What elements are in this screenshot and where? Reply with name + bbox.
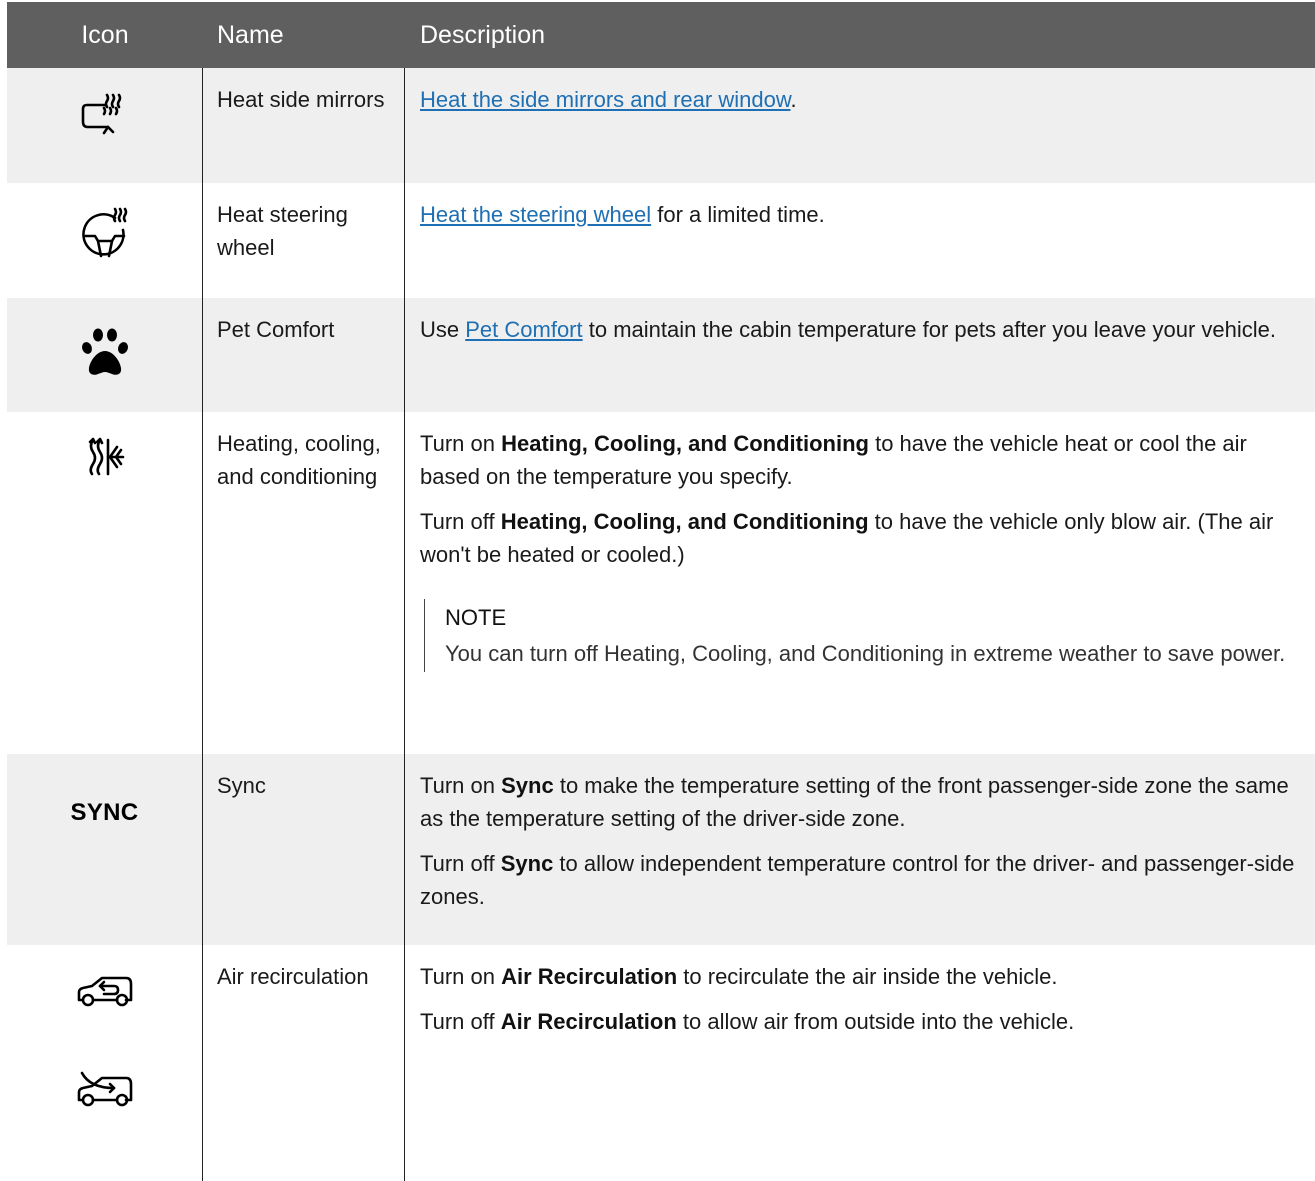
row-text-after: for a limited time. (651, 202, 825, 227)
heat-steering-wheel-link[interactable]: Heat the steering wheel (420, 202, 651, 227)
paw-icon (81, 328, 128, 375)
note-body: You can turn off Heating, Cooling, and C… (445, 641, 1286, 666)
row-text-after: . (790, 87, 797, 112)
table-row: Air recirculation Turn on Air Recirculat… (7, 945, 1315, 1181)
row-text-before: Use (420, 317, 466, 342)
heat-cool-off-text: Turn off Heating, Cooling, and Condition… (420, 509, 1274, 567)
heated-mirror-icon (81, 93, 121, 135)
note-callout: NOTE You can turn off Heating, Cooling, … (424, 599, 1305, 672)
row-name: Heat side mirrors (203, 68, 405, 183)
note-title: NOTE (445, 605, 507, 630)
heated-steering-wheel-icon (81, 207, 127, 258)
heat-cool-icon (88, 437, 124, 476)
sync-off-text: Turn off Sync to allow independent tempe… (420, 851, 1295, 909)
table-row: Heat steering wheel Heat the steering wh… (7, 183, 1315, 298)
pet-comfort-link[interactable]: Pet Comfort (465, 317, 582, 342)
table-row: Heating, cooling, and conditioning Turn … (7, 412, 1315, 754)
row-name: Pet Comfort (203, 298, 405, 412)
air-recirculation-icon (77, 976, 132, 1007)
row-name: Air recirculation (203, 945, 405, 1181)
row-name: Sync (203, 754, 405, 945)
table-row: Heat side mirrors Heat the side mirrors … (7, 68, 1315, 183)
table-header: Icon Name Description (7, 2, 1315, 68)
sync-icon: SYNC (70, 799, 139, 826)
outside-air-icon (77, 1071, 132, 1107)
header-description: Description (420, 20, 546, 49)
sync-on-text: Turn on Sync to make the temperature set… (420, 773, 1289, 831)
header-icon: Icon (81, 20, 129, 49)
table-row: SYNC Sync Turn on Sync to make the tempe… (7, 754, 1315, 945)
header-name: Name (217, 20, 284, 49)
recirc-off-text: Turn off Air Recirculation to allow air … (420, 1009, 1075, 1034)
table-row: Pet Comfort Use Pet Comfort to maintain … (7, 298, 1315, 412)
row-name: Heating, cooling, and conditioning (203, 412, 405, 754)
heat-cool-on-text: Turn on Heating, Cooling, and Conditioni… (420, 431, 1247, 489)
row-text-after: to maintain the cabin temperature for pe… (582, 317, 1277, 342)
row-name: Heat steering wheel (203, 183, 405, 298)
recirc-on-text: Turn on Air Recirculation to recirculate… (420, 964, 1058, 989)
heat-mirrors-link[interactable]: Heat the side mirrors and rear window (420, 87, 791, 112)
climate-controls-table: Icon Name Description Heat side mirrors … (7, 2, 1315, 1181)
